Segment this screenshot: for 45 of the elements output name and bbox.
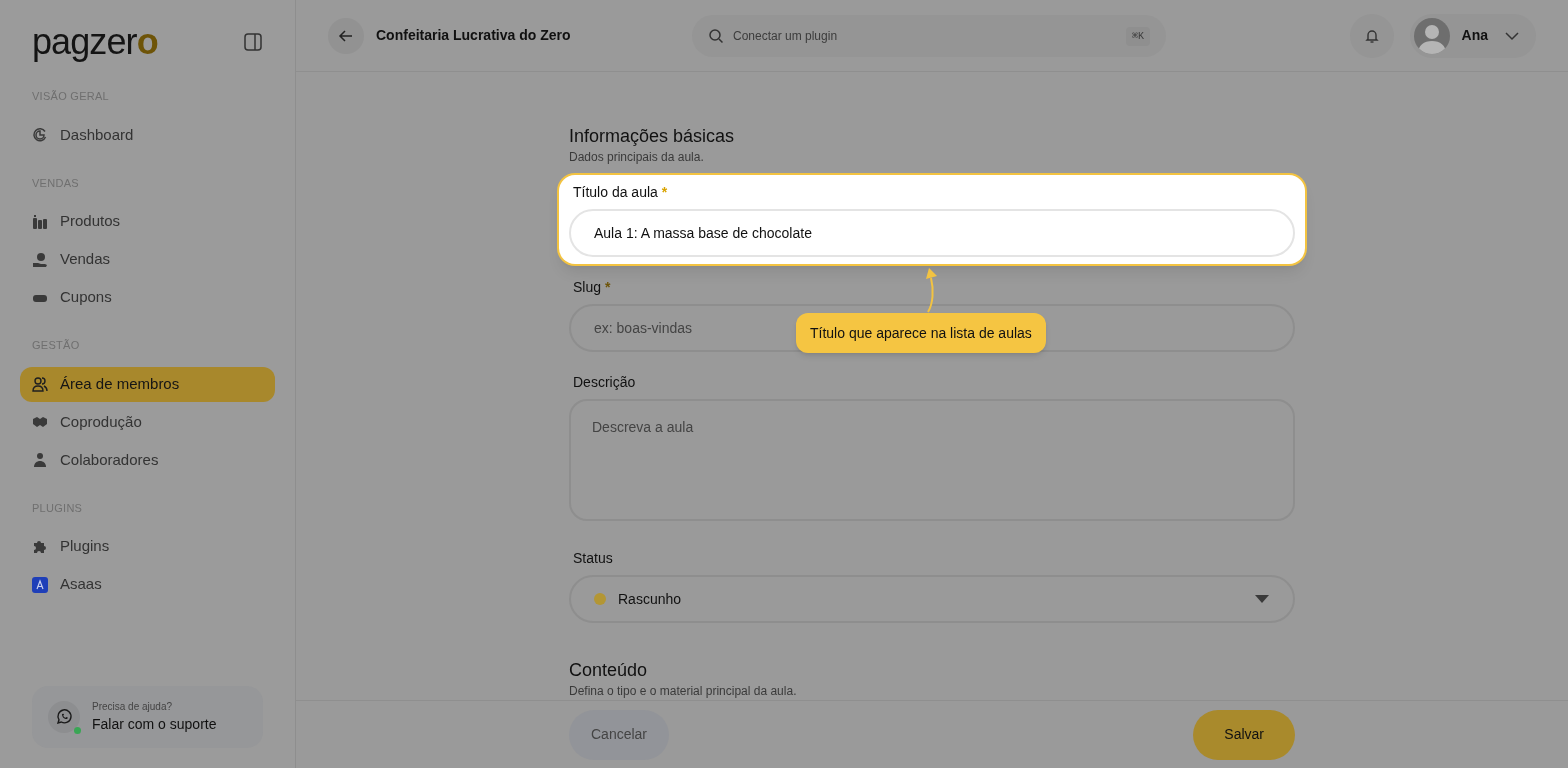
search-icon xyxy=(708,27,724,44)
logo: pagzero xyxy=(32,24,158,60)
page-title: Confeitaria Lucrativa do Zero xyxy=(376,26,572,45)
back-button[interactable] xyxy=(328,17,364,54)
bell-icon xyxy=(1363,27,1380,44)
support-caption: Precisa de ajuda? xyxy=(92,700,174,714)
text-input[interactable]: Aula 1: A massa base de chocolate xyxy=(569,209,1295,257)
pointer-arrow xyxy=(925,267,939,313)
description-input[interactable]: Descreva a aula xyxy=(569,399,1295,521)
cancel-button[interactable]: Cancelar xyxy=(569,709,670,760)
sidebar-item[interactable]: Colaboradores xyxy=(20,442,275,478)
sidebar-item[interactable]: Produtos xyxy=(20,204,275,239)
boxes-icon xyxy=(32,213,48,230)
sidebar-item[interactable]: Coprodução xyxy=(20,404,275,440)
sidebar-toggle-icon[interactable] xyxy=(243,32,263,52)
tooltip: Título que aparece na lista de aulas xyxy=(796,313,1046,353)
support-label: Falar com o suporte xyxy=(92,715,217,734)
status-dropdown[interactable]: Rascunho xyxy=(569,575,1295,623)
avatar xyxy=(1413,17,1450,54)
sidebar-item[interactable]: Vendas xyxy=(20,242,275,277)
field-label: Título da aula * xyxy=(572,183,669,202)
section-subtitle: Defina o tipo e o material principal da aula. xyxy=(569,683,798,699)
app-icon xyxy=(32,576,48,593)
person-icon xyxy=(32,452,48,468)
section-heading: Conteúdo xyxy=(569,659,649,682)
puzzle-icon xyxy=(32,538,48,555)
sidebar-item[interactable]: Asaas xyxy=(20,567,275,602)
save-button[interactable]: Salvar xyxy=(1193,709,1295,760)
user-menu[interactable]: Ana xyxy=(1409,13,1536,58)
sidebar-item[interactable]: Área de membros xyxy=(20,366,275,402)
section-heading: Informações básicas xyxy=(569,125,736,148)
field-label: Slug * xyxy=(572,278,612,297)
section-subtitle: Dados principais da aula. xyxy=(569,149,705,165)
users-icon xyxy=(32,376,48,392)
sidebar-item[interactable]: Dashboard xyxy=(20,117,275,153)
field-label: Descrição xyxy=(572,373,637,392)
status-value: Rascunho xyxy=(618,589,683,609)
sidebar-item[interactable]: Cupons xyxy=(20,280,275,315)
chat-icon xyxy=(55,708,73,726)
caret-icon xyxy=(1254,594,1270,604)
back-arrow-icon xyxy=(338,27,354,44)
field-label: Status xyxy=(572,549,614,568)
support-card[interactable]: Precisa de ajuda? Falar com o suporte xyxy=(32,686,263,748)
sidebar-item[interactable]: Plugins xyxy=(20,529,275,564)
dashboard-icon xyxy=(32,127,48,143)
